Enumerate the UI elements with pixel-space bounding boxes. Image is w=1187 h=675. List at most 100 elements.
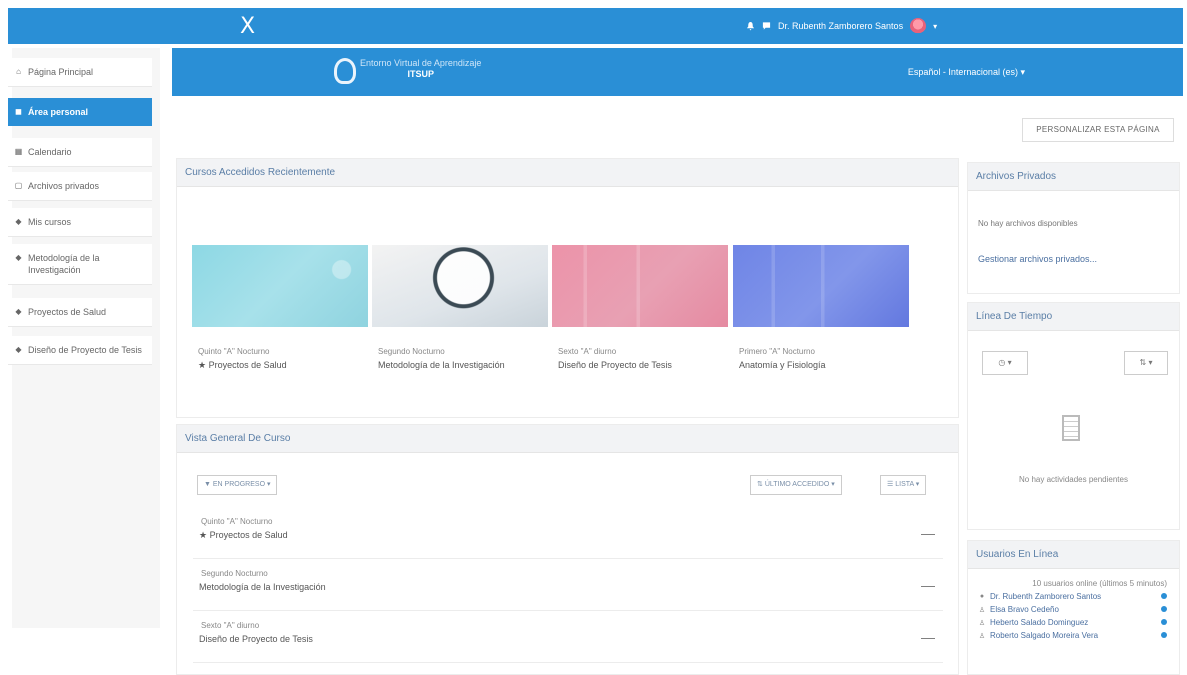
logo-line-1: Entorno Virtual de Aprendizaje: [360, 58, 482, 68]
chevron-down-icon[interactable]: ▾: [916, 481, 920, 488]
course-actions-menu[interactable]: —: [921, 525, 935, 541]
block-title: Línea De Tiempo: [968, 303, 1179, 331]
sidebar-item-private-files[interactable]: ▢ Archivos privados: [8, 172, 152, 201]
sidebar-item-dashboard[interactable]: ◼ Área personal: [8, 98, 152, 126]
sidebar-item-course-proyectos-salud[interactable]: ◆ Proyectos de Salud: [8, 298, 152, 327]
chevron-down-icon[interactable]: ▾: [267, 481, 271, 488]
file-icon: ▢: [14, 181, 23, 190]
messages-icon[interactable]: [762, 21, 771, 31]
timeline-sort-dropdown[interactable]: ⇅ ▾: [1124, 351, 1168, 375]
user-icon: ♙: [978, 606, 986, 614]
clock-icon: ◷: [998, 358, 1006, 367]
course-category: Quinto "A" Nocturno: [201, 517, 273, 526]
course-list-item[interactable]: Quinto "A" Nocturno ★ Proyectos de Salud…: [193, 511, 943, 559]
course-list-item[interactable]: Sexto "A" diurno Diseño de Proyecto de T…: [193, 615, 943, 663]
course-name-link[interactable]: Diseño de Proyecto de Tesis: [193, 634, 943, 644]
graduation-cap-icon: ◆: [15, 345, 22, 354]
course-name[interactable]: Proyectos de Salud: [209, 360, 287, 370]
block-title: Cursos Accedidos Recientemente: [177, 159, 958, 187]
customize-page-button[interactable]: PERSONALIZAR ESTA PÁGINA: [1022, 118, 1174, 142]
avatar[interactable]: [910, 18, 927, 34]
graduation-cap-icon: ◆: [15, 217, 22, 226]
close-drawer-icon[interactable]: X: [240, 14, 255, 39]
progress-filter-dropdown[interactable]: ▼ EN PROGRESO ▾: [197, 475, 278, 495]
language-selector[interactable]: Español - Internacional (es) ▾: [908, 67, 1025, 78]
sidebar-item-label: Proyectos de Salud: [28, 307, 107, 317]
user-icon: ♙: [978, 619, 986, 627]
chevron-down-icon[interactable]: ▾: [831, 481, 835, 488]
online-users-count: 10 usuarios online (últimos 5 minutos): [1032, 579, 1167, 588]
message-user-icon[interactable]: [1161, 632, 1167, 638]
course-card[interactable]: Primero "A" Nocturno Anatomía y Fisiolog…: [733, 245, 909, 370]
course-name-link[interactable]: ★ Proyectos de Salud: [193, 530, 943, 541]
sort-icon: ⇅: [1139, 358, 1147, 367]
course-actions-menu[interactable]: —: [921, 629, 935, 645]
course-name[interactable]: Proyectos de Salud: [210, 530, 288, 540]
sidebar-item-course-diseno-tesis[interactable]: ◆ Diseño de Proyecto de Tesis: [8, 336, 152, 365]
sidebar-item-label: Diseño de Proyecto de Tesis: [28, 345, 142, 355]
site-logo[interactable]: Entorno Virtual de Aprendizaje ITSUP: [330, 56, 482, 84]
filter-label[interactable]: EN PROGRESO: [213, 481, 265, 488]
private-files-block: Archivos Privados No hay archivos dispon…: [967, 162, 1180, 294]
course-name-link[interactable]: Metodología de la Investigación: [372, 360, 548, 370]
course-name-link[interactable]: Anatomía y Fisiología: [733, 360, 909, 370]
message-user-icon[interactable]: [1161, 593, 1167, 599]
sort-dropdown[interactable]: ⇅ ÚLTIMO ACCEDIDO ▾: [750, 475, 842, 495]
online-user-name[interactable]: Dr. Rubenth Zamborero Santos: [990, 592, 1101, 601]
language-label[interactable]: Español - Internacional (es): [908, 67, 1018, 77]
course-card[interactable]: Quinto "A" Nocturno ★ Proyectos de Salud: [192, 245, 368, 371]
message-user-icon[interactable]: [1161, 606, 1167, 612]
online-user-name[interactable]: Heberto Salado Dominguez: [990, 618, 1088, 627]
manage-files-link[interactable]: Gestionar archivos privados...: [968, 254, 1179, 264]
sidebar-item-label: Metodología de la Investigación: [28, 253, 100, 275]
recent-courses-block: Cursos Accedidos Recientemente Quinto "A…: [176, 158, 959, 418]
online-user-row[interactable]: ● Dr. Rubenth Zamborero Santos: [968, 590, 1179, 603]
sidebar-item-label: Área personal: [28, 107, 89, 117]
course-actions-menu[interactable]: —: [921, 577, 935, 593]
chevron-down-icon[interactable]: ▾: [1008, 358, 1012, 367]
user-name[interactable]: Dr. Rubenth Zamborero Santos: [778, 21, 903, 31]
logo-line-2: ITSUP: [407, 69, 434, 79]
sort-label[interactable]: ÚLTIMO ACCEDIDO: [765, 481, 829, 488]
sidebar-item-label: Calendario: [28, 147, 72, 157]
course-image[interactable]: [192, 245, 368, 327]
course-name-link[interactable]: ★ Proyectos de Salud: [192, 360, 368, 371]
course-card[interactable]: Segundo Nocturno Metodología de la Inves…: [372, 245, 548, 370]
message-user-icon[interactable]: [1161, 619, 1167, 625]
online-user-row[interactable]: ♙ Heberto Salado Dominguez: [968, 616, 1179, 629]
course-list-item[interactable]: Segundo Nocturno Metodología de la Inves…: [193, 563, 943, 611]
course-image[interactable]: [552, 245, 728, 327]
sidebar-item-my-courses[interactable]: ◆ Mis cursos: [8, 208, 152, 237]
course-image[interactable]: [372, 245, 548, 327]
sidebar-item-calendar[interactable]: ▦ Calendario: [8, 138, 152, 167]
chevron-down-icon[interactable]: ▾: [1148, 358, 1152, 367]
online-user-row[interactable]: ♙ Elsa Bravo Cedeño: [968, 603, 1179, 616]
view-dropdown[interactable]: ☰ LISTA ▾: [880, 475, 927, 495]
sidebar-item-label: Mis cursos: [28, 217, 72, 227]
filter-icon: ▼: [204, 481, 211, 488]
empty-calendar-icon: [1062, 415, 1080, 441]
top-navbar: X Dr. Rubenth Zamborero Santos ▾: [8, 8, 1183, 44]
empty-timeline-text: No hay actividades pendientes: [1019, 475, 1128, 484]
calendar-icon: ▦: [14, 147, 23, 156]
user-menu[interactable]: Dr. Rubenth Zamborero Santos ▾: [746, 18, 937, 34]
sidebar-item-course-metodologia[interactable]: ◆ Metodología de la Investigación: [8, 244, 152, 285]
chevron-down-icon[interactable]: ▾: [933, 22, 937, 31]
graduation-cap-icon: ◆: [15, 307, 22, 316]
course-category: Sexto "A" diurno: [201, 621, 260, 630]
course-name-link[interactable]: Diseño de Proyecto de Tesis: [552, 360, 728, 370]
timeline-filter-dropdown[interactable]: ◷ ▾: [982, 351, 1028, 375]
chevron-down-icon[interactable]: ▾: [1020, 67, 1025, 77]
course-card[interactable]: Sexto "A" diurno Diseño de Proyecto de T…: [552, 245, 728, 370]
online-user-name[interactable]: Elsa Bravo Cedeño: [990, 605, 1059, 614]
course-overview-block: Vista General De Curso ▼ EN PROGRESO ▾ ⇅…: [176, 424, 959, 675]
sidebar-item-home[interactable]: ⌂ Página Principal: [8, 58, 152, 87]
view-label[interactable]: LISTA: [895, 481, 914, 488]
online-user-name[interactable]: Roberto Salgado Moreira Vera: [990, 631, 1098, 640]
site-header: Entorno Virtual de Aprendizaje ITSUP Esp…: [172, 48, 1183, 96]
notification-bell-icon[interactable]: [746, 21, 755, 31]
online-user-row[interactable]: ♙ Roberto Salgado Moreira Vera: [968, 629, 1179, 642]
course-category: Quinto "A" Nocturno: [198, 347, 270, 356]
course-image[interactable]: [733, 245, 909, 327]
course-name-link[interactable]: Metodología de la Investigación: [193, 582, 943, 592]
